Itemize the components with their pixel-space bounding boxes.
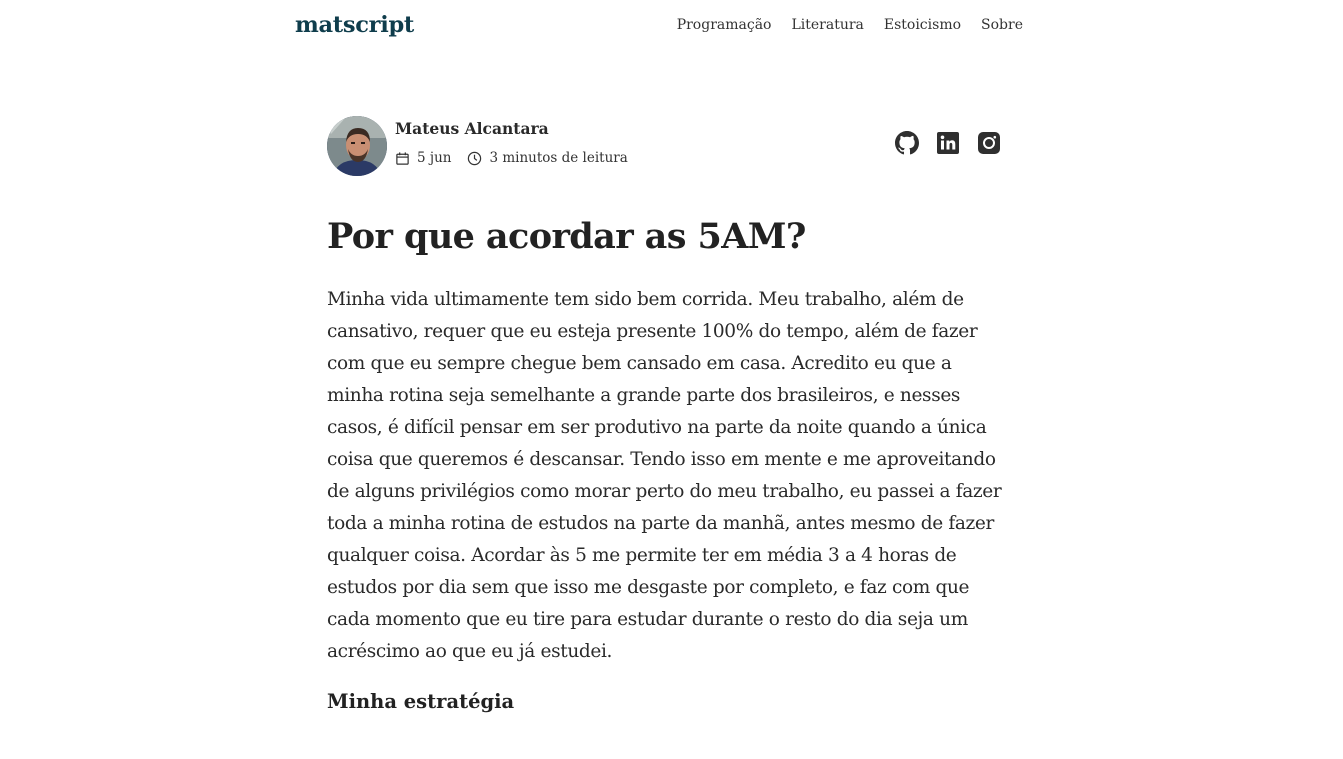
- section-heading: Minha estratégia: [327, 690, 515, 713]
- avatar: [327, 116, 387, 176]
- site-header: matscript Programação Literatura Estoici…: [295, 0, 1023, 56]
- post-meta: 5 jun 3 minutos de leitura: [395, 150, 628, 166]
- avatar-photo: [327, 116, 387, 176]
- author-name: Mateus Alcantara: [395, 119, 549, 138]
- blog-post: Por que acordar as 5AM? Minha vida ultim…: [327, 212, 1007, 716]
- main-nav: Programação Literatura Estoicismo Sobre: [677, 17, 1023, 33]
- calendar-icon: [395, 151, 410, 166]
- author-card: Mateus Alcantara 5 jun 3 minutos de leit…: [327, 116, 1001, 176]
- post-paragraph: Minha vida ultimamente tem sido bem corr…: [327, 289, 1002, 662]
- post-title: Por que acordar as 5AM?: [327, 216, 806, 257]
- github-icon[interactable]: [895, 131, 919, 155]
- nav-programacao[interactable]: Programação: [677, 17, 772, 33]
- social-links: [895, 131, 1001, 155]
- nav-sobre[interactable]: Sobre: [981, 17, 1023, 33]
- site-logo-link[interactable]: matscript: [295, 12, 414, 38]
- clock-icon: [467, 151, 482, 166]
- post-date: 5 jun: [417, 150, 452, 166]
- nav-literatura[interactable]: Literatura: [791, 17, 863, 33]
- reading-time: 3 minutos de leitura: [489, 150, 628, 166]
- linkedin-icon[interactable]: [936, 131, 960, 155]
- instagram-icon[interactable]: [977, 131, 1001, 155]
- nav-estoicismo[interactable]: Estoicismo: [884, 17, 961, 33]
